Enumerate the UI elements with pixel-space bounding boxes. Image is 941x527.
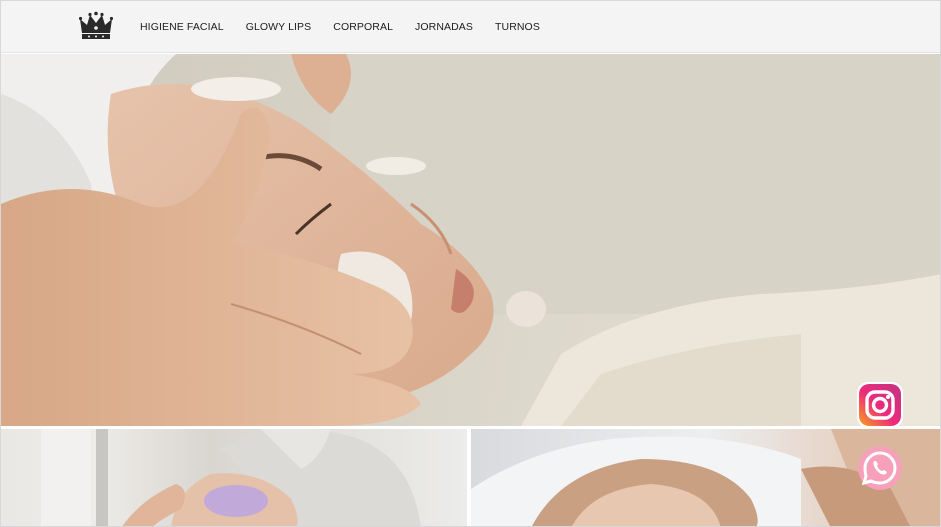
main-nav: HIGIENE FACIAL GLOWY LIPS CORPORAL JORNA… xyxy=(140,1,562,53)
crown-icon[interactable] xyxy=(78,11,114,41)
page: HIGIENE FACIAL GLOWY LIPS CORPORAL JORNA… xyxy=(0,0,941,527)
nav-higiene-facial[interactable]: HIGIENE FACIAL xyxy=(140,21,224,33)
nav-corporal[interactable]: CORPORAL xyxy=(333,21,393,33)
instagram-icon[interactable] xyxy=(856,381,904,429)
nav-jornadas[interactable]: JORNADAS xyxy=(415,21,473,33)
gallery-tiles xyxy=(1,429,940,526)
nav-turnos[interactable]: TURNOS xyxy=(495,21,540,33)
whatsapp-icon[interactable] xyxy=(856,444,904,492)
face-mask-tile[interactable] xyxy=(1,429,467,526)
nav-glowy-lips[interactable]: GLOWY LIPS xyxy=(246,21,312,33)
hero-image xyxy=(1,54,940,426)
site-header: HIGIENE FACIAL GLOWY LIPS CORPORAL JORNA… xyxy=(1,1,940,53)
